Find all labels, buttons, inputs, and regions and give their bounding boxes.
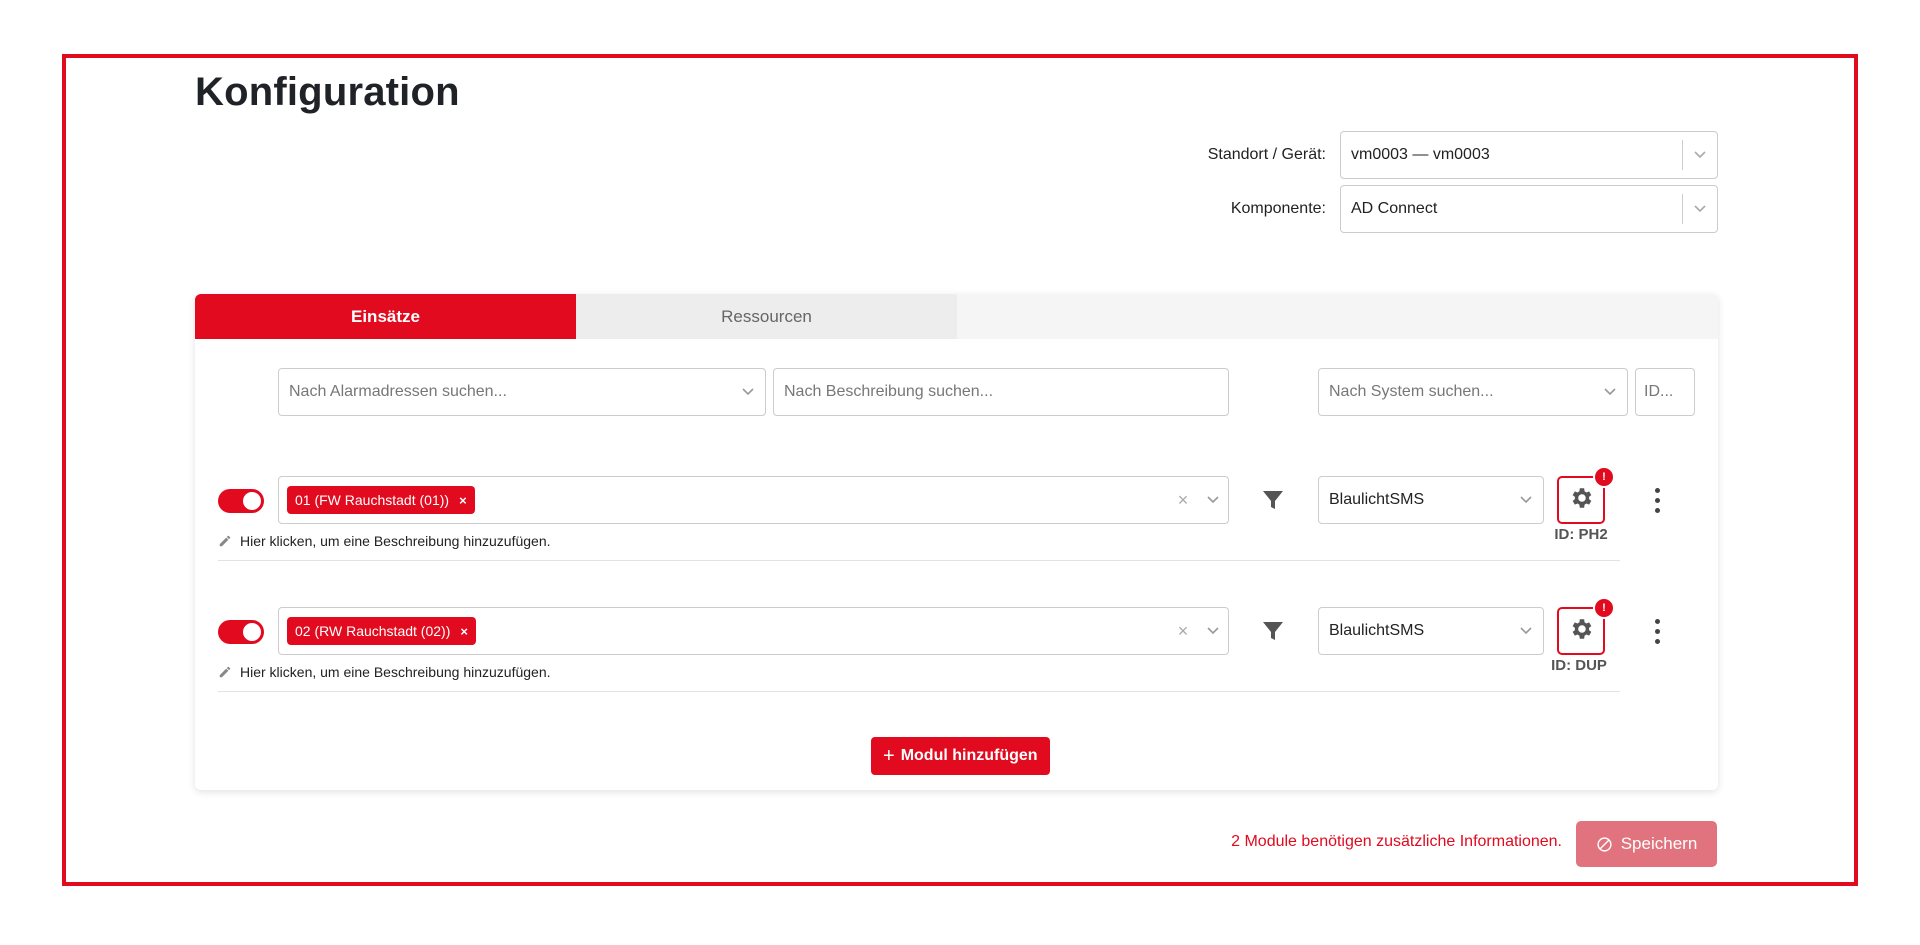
save-button[interactable]: Speichern <box>1576 821 1717 867</box>
pencil-icon <box>218 534 232 548</box>
chevron-down-icon <box>1198 627 1228 635</box>
tab-bar: Einsätze Ressourcen <box>195 294 1718 339</box>
module-settings-button[interactable]: ! <box>1557 597 1615 655</box>
description-link[interactable]: Hier klicken, um eine Beschreibung hinzu… <box>218 664 551 680</box>
system-filter[interactable]: Nach System suchen... <box>1318 368 1628 416</box>
system-filter-placeholder: Nach System suchen... <box>1329 383 1494 400</box>
chevron-down-icon <box>1509 627 1543 635</box>
description-filter[interactable]: Nach Beschreibung suchen... <box>773 368 1229 416</box>
alarm-filter-placeholder: Nach Alarmadressen suchen... <box>289 383 507 400</box>
plus-icon: + <box>883 744 895 767</box>
system-select[interactable]: BlaulichtSMS <box>1318 607 1544 655</box>
page-title: Konfiguration <box>195 70 460 114</box>
description-text: Hier klicken, um eine Beschreibung hinzu… <box>240 664 551 680</box>
clear-button[interactable]: × <box>1168 621 1198 642</box>
clear-button[interactable]: × <box>1168 490 1198 511</box>
warning-badge: ! <box>1593 597 1615 619</box>
alarm-tag: 02 (RW Rauchstadt (02)) × <box>287 617 476 645</box>
chevron-down-icon <box>731 388 765 396</box>
toggle-knob <box>243 492 261 510</box>
id-filter[interactable]: ID... <box>1635 368 1695 416</box>
modules-card: Einsätze Ressourcen Nach Alarmadressen s… <box>195 294 1718 790</box>
chevron-down-icon <box>1593 388 1627 396</box>
location-label: Standort / Gerät: <box>1207 146 1326 163</box>
alarm-address-filter[interactable]: Nach Alarmadressen suchen... <box>278 368 766 416</box>
add-module-button[interactable]: + Modul hinzufügen <box>871 737 1050 775</box>
filter-icon[interactable] <box>1261 619 1285 643</box>
id-filter-placeholder: ID... <box>1644 383 1674 400</box>
tag-remove-button[interactable]: × <box>459 493 467 508</box>
tag-remove-button[interactable]: × <box>460 624 468 639</box>
module-id-label: ID: PH2 <box>1554 526 1608 543</box>
alarm-address-select[interactable]: 02 (RW Rauchstadt (02)) × × <box>278 607 1229 655</box>
alarm-tag-label: 01 (FW Rauchstadt (01)) <box>295 492 450 508</box>
filter-icon[interactable] <box>1261 488 1285 512</box>
toggle-knob <box>243 623 261 641</box>
location-value: vm0003 — vm0003 <box>1351 146 1490 163</box>
system-select[interactable]: BlaulichtSMS <box>1318 476 1544 524</box>
chevron-down-icon <box>1509 496 1543 504</box>
system-value: BlaulichtSMS <box>1329 491 1425 508</box>
kebab-icon[interactable] <box>1647 485 1667 515</box>
chevron-down-icon <box>1198 496 1228 504</box>
component-label: Komponente: <box>1230 200 1326 217</box>
location-row: Standort / Gerät: vm0003 — vm0003 <box>1146 131 1718 179</box>
component-row: Komponente: AD Connect <box>1146 185 1718 233</box>
module-toggle[interactable] <box>218 620 264 644</box>
warning-badge: ! <box>1593 466 1615 488</box>
kebab-icon[interactable] <box>1647 616 1667 646</box>
pencil-icon <box>218 665 232 679</box>
component-select[interactable]: AD Connect <box>1340 185 1718 233</box>
module-toggle[interactable] <box>218 489 264 513</box>
chevron-down-icon <box>1683 151 1717 159</box>
add-module-label: Modul hinzufügen <box>900 747 1038 764</box>
module-settings-button[interactable]: ! <box>1557 466 1615 524</box>
tab-ressourcen[interactable]: Ressourcen <box>576 294 957 339</box>
component-value: AD Connect <box>1351 200 1438 217</box>
row-divider <box>218 691 1620 692</box>
gear-icon <box>1568 485 1594 516</box>
description-link[interactable]: Hier klicken, um eine Beschreibung hinzu… <box>218 533 551 549</box>
ban-icon <box>1596 836 1613 853</box>
alarm-tag: 01 (FW Rauchstadt (01)) × <box>287 486 475 514</box>
validation-notice: 2 Module benötigen zusätzliche Informati… <box>1231 833 1562 850</box>
alarm-tag-label: 02 (RW Rauchstadt (02)) <box>295 623 451 639</box>
module-id-label: ID: DUP <box>1551 657 1607 674</box>
save-label: Speichern <box>1620 834 1698 853</box>
description-text: Hier klicken, um eine Beschreibung hinzu… <box>240 533 551 549</box>
description-filter-placeholder: Nach Beschreibung suchen... <box>784 383 994 400</box>
system-value: BlaulichtSMS <box>1329 622 1425 639</box>
chevron-down-icon <box>1683 205 1717 213</box>
alarm-address-select[interactable]: 01 (FW Rauchstadt (01)) × × <box>278 476 1229 524</box>
row-divider <box>218 560 1620 561</box>
tab-einsaetze[interactable]: Einsätze <box>195 294 576 339</box>
gear-icon <box>1568 616 1594 647</box>
location-select[interactable]: vm0003 — vm0003 <box>1340 131 1718 179</box>
